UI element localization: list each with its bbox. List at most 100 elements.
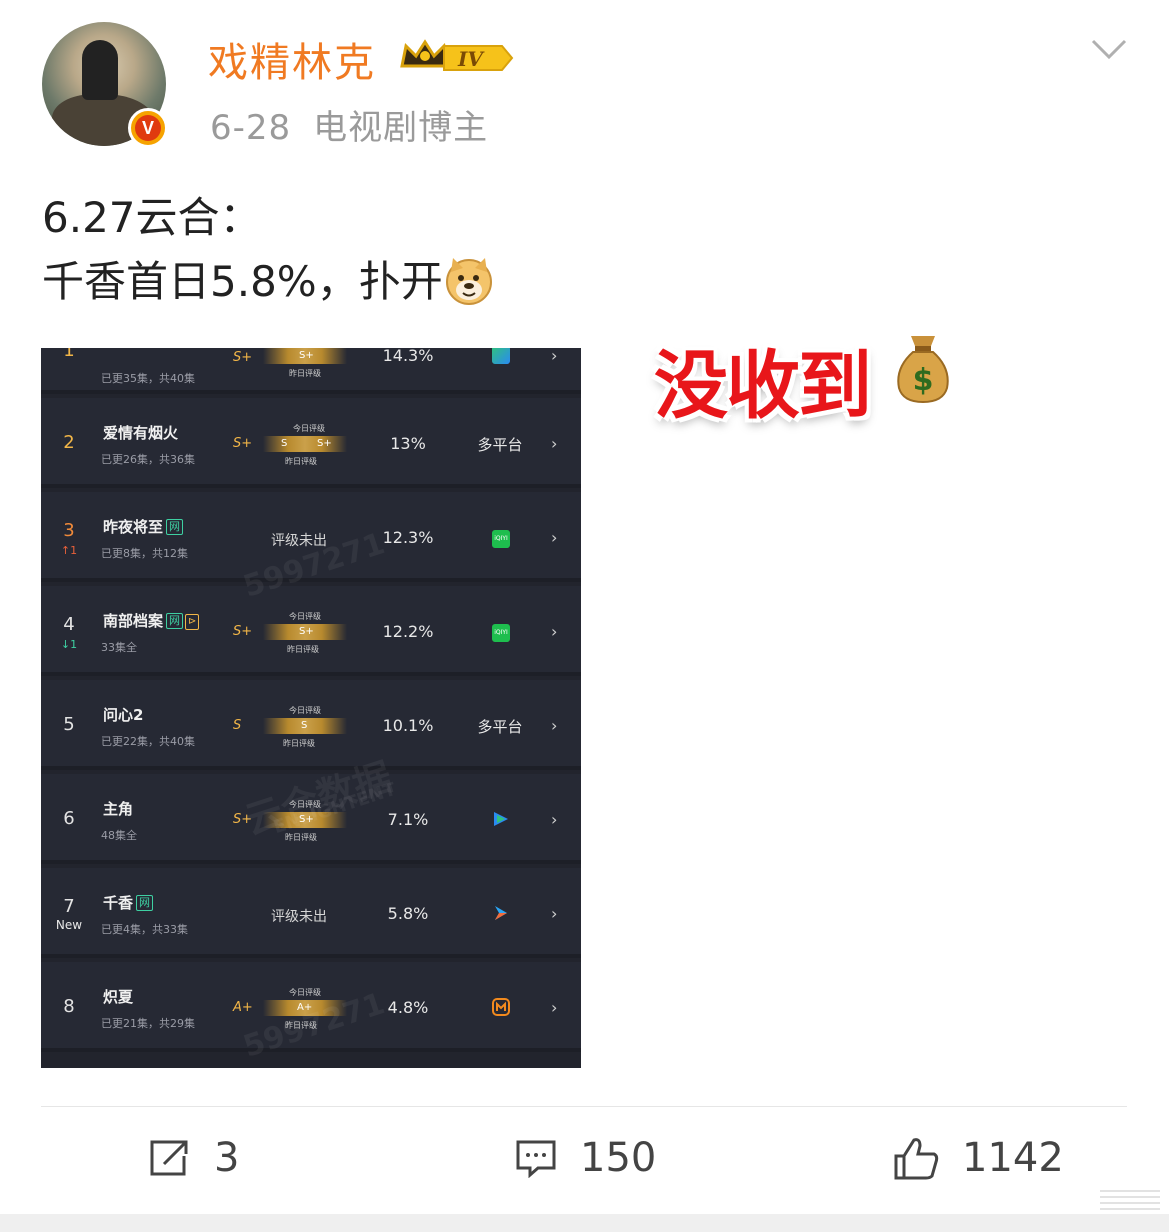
rank-number: 1 (63, 348, 75, 361)
drama-title: 问心2 (103, 706, 144, 724)
share-percent: 14.3% (382, 348, 434, 365)
grade-bar: A+ (263, 1000, 347, 1016)
grade-today-label: 今日评级 (293, 424, 325, 433)
web-drama-tag: 网 (166, 519, 184, 535)
post-body: 6.27云合： 千香首日5.8%，扑开 (42, 186, 495, 314)
row-arrow-icon[interactable]: › (551, 622, 557, 641)
ranking-screenshot[interactable]: 1 已更35集，共40集 S+ S+ 昨日评级 14.3% › 2 爱情有烟火 … (41, 348, 581, 1068)
rank-number: 6 (63, 808, 75, 829)
grade-yesterday-label: 昨日评级 (285, 1021, 317, 1030)
web-drama-tag: 网 (166, 613, 184, 629)
grade-yesterday-label: 昨日评级 (285, 833, 317, 842)
like-button[interactable]: 1142 (892, 1132, 1064, 1184)
share-percent: 5.8% (387, 904, 429, 923)
post-text-line1: 6.27云合： (42, 193, 262, 242)
grade-bar: S+ (263, 348, 347, 364)
row-arrow-icon[interactable]: › (551, 998, 557, 1017)
verified-badge: V (128, 108, 168, 148)
doge-emoji-icon (445, 258, 492, 305)
overlay-caption: 没收到 (654, 343, 872, 429)
resize-grip (1100, 1186, 1160, 1216)
post-date: 6-28 (210, 108, 292, 148)
avatar-figure (82, 40, 118, 100)
episode-info: 已更26集，共36集 (101, 453, 195, 466)
rank-number: 4 (63, 614, 75, 635)
comment-count: 150 (580, 1135, 657, 1181)
post-source: 电视剧博主 (313, 108, 489, 148)
grade-today-label: 今日评级 (289, 800, 321, 809)
repost-icon (150, 1140, 188, 1176)
rank-change: ↓1 (60, 638, 78, 651)
grade-yesterday-label: 昨日评级 (287, 645, 319, 654)
rank-change: ↑1 (60, 544, 78, 557)
repost-button[interactable]: 3 (148, 1132, 239, 1184)
grade-current: S (233, 718, 242, 733)
row-arrow-icon[interactable]: › (551, 434, 557, 453)
share-percent: 13% (390, 434, 426, 453)
tencent-video-icon (494, 812, 508, 826)
episode-info: 已更35集，共40集 (101, 372, 195, 385)
money-bag-icon: $ (897, 336, 949, 404)
row-arrow-icon[interactable]: › (551, 528, 557, 547)
post-text-line2-wrap: 千香首日5.8%，扑开 (42, 250, 495, 314)
rank-number: 8 (63, 996, 75, 1017)
svg-text:$: $ (913, 363, 934, 398)
rank-change: New (55, 918, 83, 932)
drama-title: 炽夏 (103, 988, 134, 1006)
comment-icon (516, 1140, 556, 1178)
share-percent: 4.8% (387, 998, 429, 1017)
tencent-video-icon (492, 348, 510, 364)
episode-info: 48集全 (101, 829, 137, 842)
ranking-row[interactable]: 8 炽夏 已更21集，共29集 A+ 今日评级 A+ 昨日评级 4.8% › (41, 962, 581, 1052)
drama-title-wrap: 昨夜将至网 (103, 516, 184, 537)
row-arrow-icon[interactable]: › (551, 716, 557, 735)
share-percent: 10.1% (382, 716, 434, 735)
youku-icon (495, 906, 507, 920)
row-arrow-icon[interactable]: › (551, 810, 557, 829)
ranking-row[interactable]: 1 已更35集，共40集 S+ S+ 昨日评级 14.3% › (41, 348, 581, 394)
ranking-row[interactable]: 3 ↑1 昨夜将至网 已更8集，共12集 评级未出 12.3% iQIYI › (41, 492, 581, 582)
grade-bar: S+ (263, 624, 347, 640)
web-drama-tag: 网 (136, 895, 154, 911)
grade-today-label: 今日评级 (289, 612, 321, 621)
divider (41, 1106, 1127, 1107)
drama-title: 爱情有烟火 (103, 424, 179, 442)
row-arrow-icon[interactable]: › (551, 348, 557, 365)
ranking-row[interactable]: 7 New 千香网 已更4集，共33集 评级未出 5.8% › (41, 868, 581, 958)
row-arrow-icon[interactable]: › (551, 904, 557, 923)
ranking-row[interactable]: 5 问心2 已更22集，共40集 S 今日评级 S 昨日评级 10.1% 多平台… (41, 680, 581, 770)
iqiyi-icon: iQIYI (492, 530, 510, 548)
comment-button[interactable]: 150 (514, 1132, 656, 1184)
ranking-row[interactable]: 4 ↓1 南部档案网 ⊳ 33集全 S+ 今日评级 S+ 昨日评级 12.2% i… (41, 586, 581, 676)
grade-yesterday-label: 昨日评级 (285, 457, 317, 466)
bottom-strip (0, 1214, 1169, 1232)
vip-level: IV (457, 47, 485, 71)
iqiyi-icon: iQIYI (492, 624, 510, 642)
episode-info: 33集全 (101, 641, 137, 654)
chevron-down-icon[interactable] (1090, 36, 1128, 62)
vip-crown-badge[interactable]: IV (398, 36, 516, 80)
grade-yesterday-label: 昨日评级 (283, 739, 315, 748)
repost-count: 3 (214, 1135, 240, 1181)
drama-title: 主角 (103, 800, 134, 818)
drama-title: 千香 (103, 894, 134, 912)
username[interactable]: 戏精林克 (208, 30, 376, 88)
post-meta: 6-28 电视剧博主 (210, 100, 488, 149)
drama-title: 南部档案 (103, 612, 164, 630)
platform-label: 多平台 (477, 436, 523, 454)
grade-current: A+ (233, 1000, 253, 1015)
drama-title-wrap: 南部档案网 ⊳ (103, 610, 200, 631)
fast-forward-icon: ⊳ (185, 614, 200, 630)
mgtv-icon (492, 998, 510, 1016)
share-percent: 7.1% (387, 810, 429, 829)
thumbs-up-icon (894, 1138, 939, 1180)
ranking-row[interactable]: 2 爱情有烟火 已更26集，共36集 S+ 今日评级 S S+ 昨日评级 13%… (41, 398, 581, 488)
post-text-line2: 千香首日5.8%，扑开 (42, 257, 443, 306)
grade-pending: 评级未出 (271, 533, 327, 549)
grade-current: S+ (233, 436, 253, 451)
episode-info: 已更8集，共12集 (101, 547, 188, 560)
share-percent: 12.3% (382, 528, 434, 547)
ranking-row[interactable]: 6 主角 48集全 S+ 今日评级 S+ 昨日评级 7.1% › (41, 774, 581, 864)
grade-yesterday-label: 昨日评级 (289, 369, 321, 378)
grade-bar: S (263, 718, 347, 734)
